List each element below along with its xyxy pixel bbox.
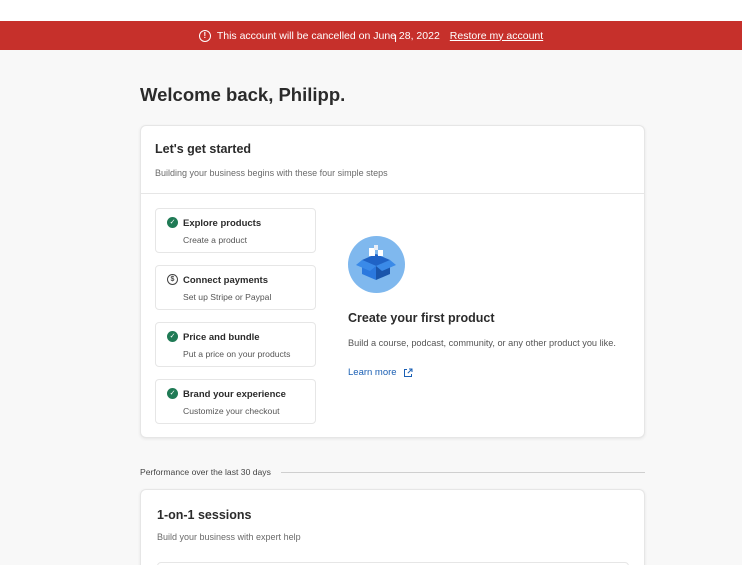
performance-label: Performance over the last 30 days bbox=[140, 467, 271, 477]
step-connect-payments[interactable]: $ Connect payments Set up Stripe or Payp… bbox=[155, 265, 316, 310]
step-brand-experience[interactable]: ✓ Brand your experience Customize your c… bbox=[155, 379, 316, 424]
check-circle-icon: ✓ bbox=[167, 217, 178, 228]
alert-circle-icon: ! bbox=[198, 29, 211, 42]
feature-title: Create your first product bbox=[348, 311, 495, 325]
text-cursor-icon: I bbox=[394, 33, 398, 45]
step-title: Explore products bbox=[183, 218, 262, 229]
external-link-icon bbox=[403, 368, 413, 377]
cancellation-banner: ! This account will be cancelled on June… bbox=[0, 21, 742, 50]
step-title: Connect payments bbox=[183, 275, 268, 286]
getting-started-header: Let's get started Building your business… bbox=[141, 126, 644, 194]
step-subtitle: Put a price on your products bbox=[183, 349, 291, 359]
getting-started-title: Let's get started bbox=[155, 142, 252, 156]
step-explore-products[interactable]: ✓ Explore products Create a product bbox=[155, 208, 316, 253]
getting-started-card: Let's get started Building your business… bbox=[140, 125, 645, 438]
banner-message: This account will be cancelled on June 2… bbox=[216, 29, 440, 42]
feature-description: Build a course, podcast, community, or a… bbox=[348, 338, 616, 348]
step-subtitle: Customize your checkout bbox=[183, 406, 280, 416]
learn-more-link[interactable]: Learn more bbox=[348, 367, 413, 378]
getting-started-subtitle: Building your business begins with these… bbox=[155, 168, 388, 178]
check-circle-icon: ✓ bbox=[167, 388, 178, 399]
learn-more-label: Learn more bbox=[348, 367, 397, 378]
step-price-and-bundle[interactable]: ✓ Price and bundle Put a price on your p… bbox=[155, 322, 316, 367]
restore-account-link[interactable]: Restore my account bbox=[450, 30, 543, 42]
sessions-title: 1-on-1 sessions bbox=[157, 508, 252, 522]
performance-divider: Performance over the last 30 days bbox=[140, 466, 645, 478]
page-title: Welcome back, Philipp. bbox=[140, 84, 346, 105]
check-circle-icon: ✓ bbox=[167, 331, 178, 342]
step-title: Brand your experience bbox=[183, 389, 286, 400]
dollar-circle-icon: $ bbox=[167, 274, 178, 285]
sessions-subtitle: Build your business with expert help bbox=[157, 532, 301, 542]
product-box-illustration bbox=[348, 236, 405, 293]
step-title: Price and bundle bbox=[183, 332, 260, 343]
top-strip bbox=[0, 0, 742, 21]
sessions-card: 1-on-1 sessions Build your business with… bbox=[140, 489, 645, 565]
step-subtitle: Create a product bbox=[183, 235, 248, 245]
create-product-panel: Create your first product Build a course… bbox=[348, 236, 638, 380]
step-subtitle: Set up Stripe or Paypal bbox=[183, 292, 272, 302]
divider-line bbox=[280, 471, 645, 473]
